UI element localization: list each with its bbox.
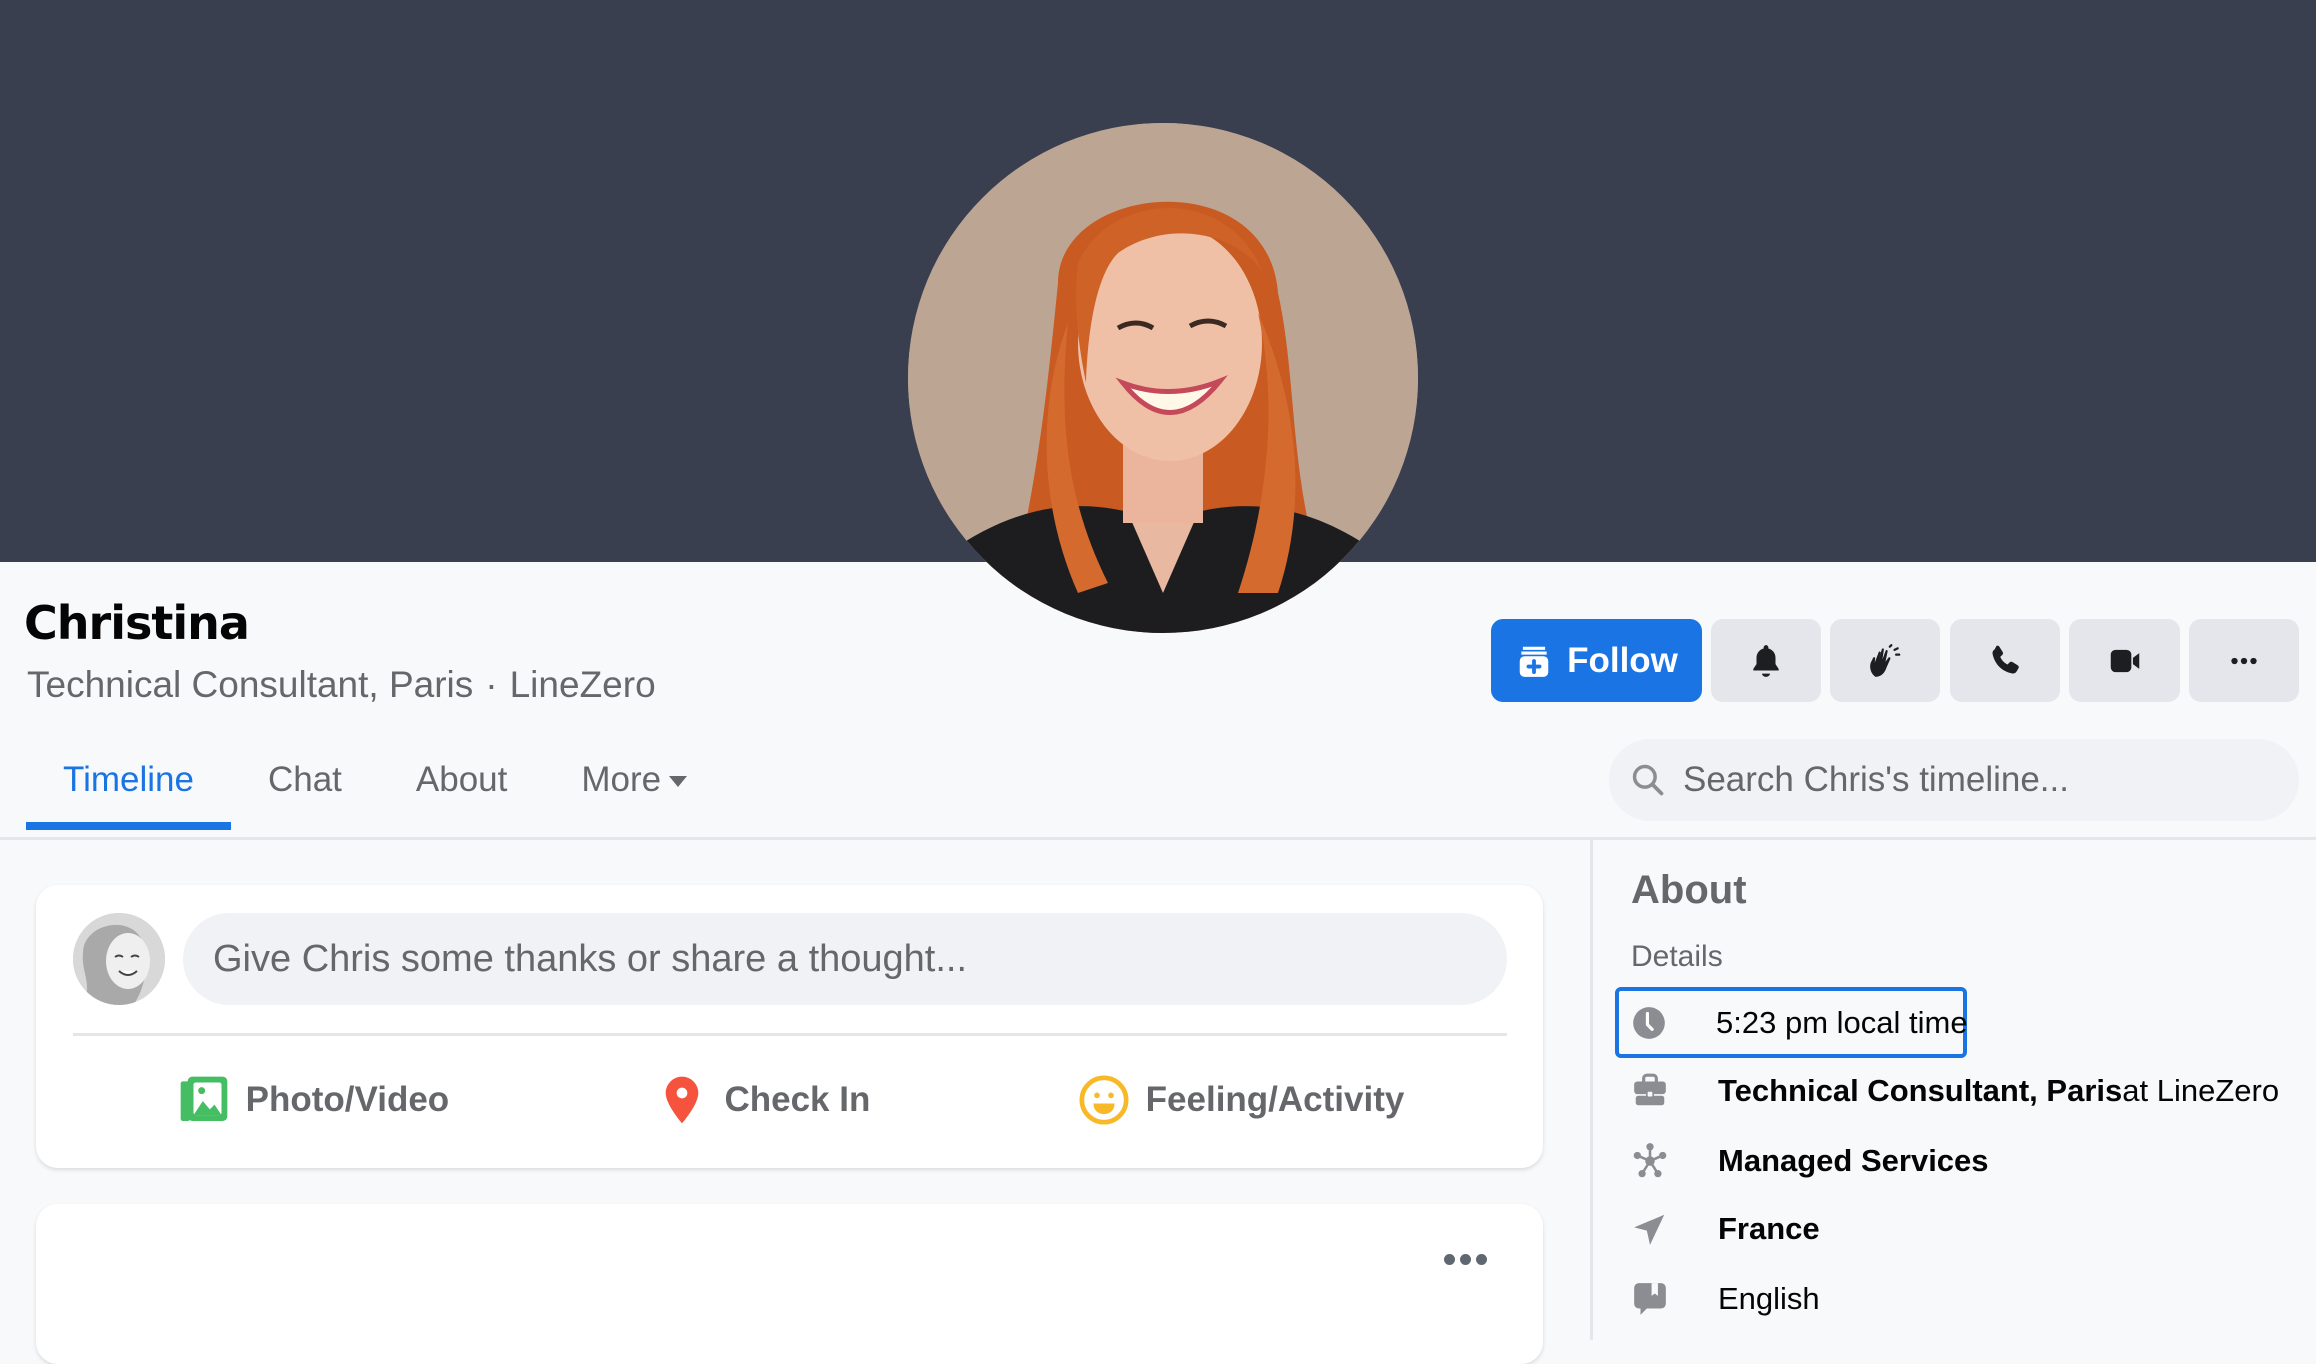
- composer-divider: [73, 1033, 1507, 1036]
- about-heading: About: [1631, 868, 1747, 912]
- column-divider: [1590, 840, 1593, 1340]
- work-company[interactable]: at LineZero: [2122, 1073, 2279, 1109]
- check-in-button[interactable]: Check In: [634, 1062, 890, 1138]
- department-text[interactable]: Managed Services: [1718, 1143, 1989, 1179]
- profile-photo-illustration: [908, 123, 1418, 633]
- clock-icon: [1633, 1006, 1665, 1039]
- photo-icon: [180, 1076, 227, 1121]
- feeling-activity-button[interactable]: Feeling/Activity: [1056, 1062, 1425, 1138]
- profile-name: Christina: [24, 596, 250, 650]
- profile-tabs: Timeline Chat About More: [26, 752, 724, 838]
- call-button[interactable]: [1950, 619, 2060, 702]
- subtitle-role: Technical Consultant, Paris: [27, 664, 474, 705]
- current-user-avatar[interactable]: [73, 913, 165, 1005]
- location-arrow-icon: [1634, 1214, 1665, 1245]
- detail-language: English: [1615, 1263, 1820, 1334]
- thanks-button[interactable]: [1830, 619, 1940, 702]
- video-camera-icon: [2110, 649, 2139, 672]
- photo-video-label: Photo/Video: [245, 1080, 450, 1119]
- work-title[interactable]: Technical Consultant, Paris: [1718, 1073, 2122, 1109]
- org-network-icon: [1633, 1142, 1667, 1177]
- wave-hands-icon: [1870, 643, 1901, 677]
- tab-chat[interactable]: Chat: [231, 752, 379, 834]
- search-input[interactable]: [1681, 759, 2245, 801]
- phone-icon: [1992, 645, 2019, 673]
- follow-label: Follow: [1567, 640, 1678, 680]
- local-time-text: 5:23 pm local time: [1716, 1004, 1968, 1040]
- more-icon: [2231, 657, 2257, 664]
- photo-video-button[interactable]: Photo/Video: [156, 1062, 470, 1138]
- composer-input[interactable]: [211, 936, 1465, 982]
- tab-more[interactable]: More: [544, 752, 724, 834]
- subtitle-company[interactable]: LineZero: [510, 664, 656, 705]
- subtitle-separator: ·: [485, 664, 498, 705]
- tabs-divider: [0, 837, 2316, 840]
- caret-down-icon: [669, 776, 688, 788]
- tab-timeline[interactable]: Timeline: [26, 752, 231, 834]
- video-call-button[interactable]: [2069, 619, 2180, 702]
- more-options-button[interactable]: [2189, 619, 2299, 702]
- location-text[interactable]: France: [1718, 1211, 1820, 1247]
- notifications-button[interactable]: [1711, 619, 1821, 702]
- location-pin-icon: [666, 1076, 699, 1124]
- briefcase-icon: [1634, 1073, 1666, 1105]
- search-icon: [1632, 764, 1664, 796]
- follow-button[interactable]: Follow: [1491, 619, 1702, 702]
- tab-about[interactable]: About: [379, 752, 544, 834]
- feeling-activity-label: Feeling/Activity: [1145, 1080, 1405, 1119]
- post-composer: Photo/Video Check In Feeling/Activity: [36, 885, 1543, 1168]
- language-icon: [1634, 1282, 1666, 1315]
- bell-icon: [1753, 644, 1779, 677]
- language-text: English: [1718, 1280, 1820, 1316]
- detail-local-time[interactable]: 5:23 pm local time: [1615, 987, 1968, 1058]
- composer-actions: Photo/Video Check In Feeling/Activity: [73, 1055, 1507, 1145]
- composer-input-wrapper[interactable]: [183, 913, 1507, 1005]
- post-options-icon[interactable]: [1444, 1254, 1487, 1265]
- timeline-search[interactable]: [1609, 739, 2299, 821]
- detail-work: Technical Consultant, Paris at LineZero: [1615, 1055, 2279, 1126]
- post-card: [36, 1204, 1543, 1364]
- smiley-icon: [1079, 1075, 1129, 1125]
- tab-more-label: More: [581, 760, 662, 799]
- detail-location: France: [1615, 1193, 1820, 1264]
- detail-department: Managed Services: [1615, 1125, 1989, 1196]
- details-label: Details: [1631, 940, 1723, 973]
- profile-picture[interactable]: [908, 123, 1418, 633]
- avatar-illustration: [73, 913, 165, 1005]
- check-in-label: Check In: [724, 1080, 871, 1119]
- follow-icon: [1519, 646, 1549, 677]
- profile-subtitle: Technical Consultant, Paris · LineZero: [27, 664, 656, 706]
